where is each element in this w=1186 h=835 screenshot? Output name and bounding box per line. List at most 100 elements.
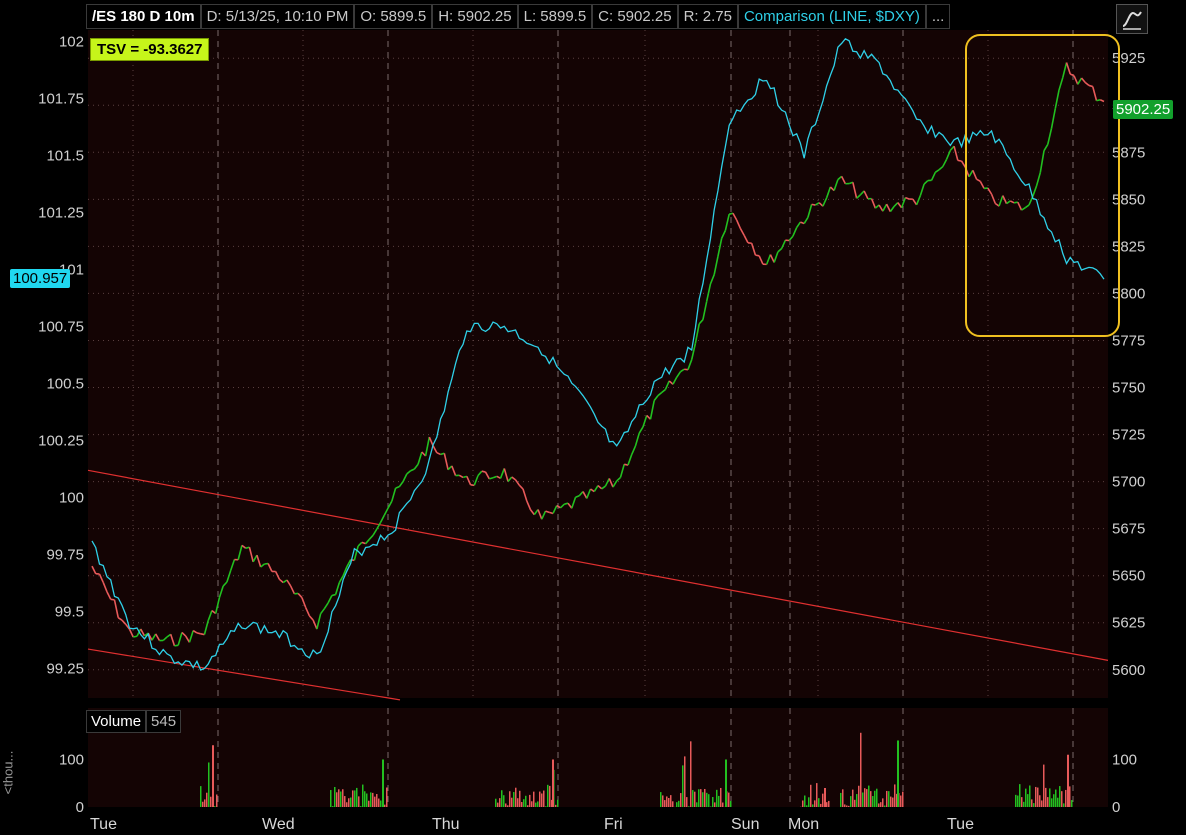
low-label: L: 5899.5 — [517, 4, 593, 29]
volume-bar — [537, 801, 539, 807]
price-tick-label: 5700 — [1112, 474, 1145, 491]
volume-bar — [364, 791, 366, 807]
volume-bar — [368, 800, 370, 807]
comparison-label[interactable]: Comparison (LINE, $DXY) — [737, 4, 926, 29]
volume-bar — [517, 798, 519, 807]
volume-bar — [346, 802, 348, 807]
volume-bar — [692, 790, 694, 807]
volume-bar — [1063, 803, 1065, 807]
volume-bar — [684, 756, 686, 807]
volume-bar — [854, 799, 856, 807]
volume-bar — [1033, 803, 1035, 807]
volume-bar — [338, 789, 340, 807]
volume-bar — [818, 798, 820, 807]
volume-bar — [688, 806, 690, 807]
price-tick-label: 5875 — [1112, 144, 1145, 161]
volume-bar — [378, 798, 380, 807]
volume-bar — [888, 791, 890, 807]
volume-bar — [539, 791, 541, 807]
volume-bar — [842, 789, 844, 807]
price-tick-label: 5600 — [1112, 662, 1145, 679]
volume-bar — [852, 789, 854, 807]
price-tick-label: 5925 — [1112, 50, 1145, 67]
volume-bar — [696, 802, 698, 807]
volume-bar — [680, 793, 682, 807]
volume-bar — [676, 802, 678, 807]
volume-bar — [846, 805, 848, 807]
es-price-segment — [489, 477, 494, 480]
volume-bar — [874, 790, 876, 807]
comparison-tick-label: 100.75 — [38, 318, 84, 335]
volume-bar — [812, 804, 814, 807]
volume-bar — [200, 786, 202, 807]
comparison-tick-label: 100.25 — [38, 432, 84, 449]
es-price-segment — [957, 159, 962, 162]
volume-bar — [1021, 797, 1023, 807]
price-tick-label: 5775 — [1112, 332, 1145, 349]
volume-bar — [816, 783, 818, 807]
es-price-segment — [331, 593, 336, 597]
comparison-price-badge: 100.957 — [10, 269, 71, 288]
volume-bar — [1023, 801, 1025, 807]
volume-bar — [348, 798, 350, 807]
open-label: O: 5899.5 — [354, 4, 433, 29]
volume-bar — [206, 792, 208, 807]
volume-bar — [1055, 789, 1057, 807]
volume-bar — [1041, 800, 1043, 807]
comparison-tick-label: 100 — [59, 489, 84, 506]
volume-bar — [882, 798, 884, 807]
volume-bar — [840, 792, 842, 807]
comparison-axis: 102101.75101.5101.25101100.75100.5100.25… — [38, 33, 84, 677]
volume-bar — [897, 740, 899, 807]
volume-bar — [862, 792, 864, 807]
comparison-tick-label: 99.25 — [46, 660, 84, 677]
volume-bar — [694, 791, 696, 807]
comparison-tick-label: 101.5 — [46, 147, 84, 164]
price-tick-label: 5850 — [1112, 191, 1145, 208]
volume-bar — [1071, 800, 1073, 807]
time-tick-label: Sun — [731, 816, 759, 833]
volume-bar — [1047, 797, 1049, 807]
volume-bar — [714, 802, 716, 807]
volume-bar — [555, 804, 557, 807]
volume-bar — [210, 796, 212, 807]
volume-bar — [552, 759, 554, 807]
volume-bar — [342, 789, 344, 807]
volume-bar — [718, 795, 720, 807]
symbol-label[interactable]: /ES 180 D 10m — [86, 4, 201, 29]
comparison-tick-label: 102 — [59, 33, 84, 50]
time-tick-label: Thu — [432, 816, 460, 833]
price-tick-label: 5725 — [1112, 427, 1145, 444]
volume-bar — [386, 787, 388, 807]
volume-bar — [672, 801, 674, 807]
volume-bar — [1043, 764, 1045, 807]
volume-bar — [204, 799, 206, 807]
volume-bar — [1027, 794, 1029, 807]
volume-bar — [710, 806, 712, 807]
more-button[interactable]: ... — [925, 4, 951, 29]
volume-bar — [860, 732, 862, 807]
volume-bar — [1025, 788, 1027, 807]
volume-tick-label-right: 100 — [1112, 751, 1137, 768]
volume-bar — [380, 800, 382, 807]
price-tick-label: 5825 — [1112, 238, 1145, 255]
volume-value: 545 — [146, 710, 182, 733]
volume-bar — [354, 790, 356, 807]
volume-bar — [666, 796, 668, 807]
volume-bar — [662, 795, 664, 807]
volume-bar — [507, 805, 509, 807]
volume-bar — [384, 804, 386, 807]
volume-bar — [1019, 784, 1021, 807]
volume-bar — [828, 800, 830, 807]
volume-bar — [330, 790, 332, 807]
volume-bar — [1017, 795, 1019, 807]
volume-bar — [900, 795, 902, 807]
volume-bar — [523, 799, 525, 807]
volume-bar — [728, 792, 730, 807]
volume-name[interactable]: Volume — [86, 710, 147, 733]
price-axis: 5925590058755850582558005775575057255700… — [1112, 50, 1145, 679]
volume-bar — [1067, 754, 1069, 807]
style-button[interactable] — [1116, 4, 1148, 34]
volume-bar — [824, 787, 826, 807]
es-price-segment — [811, 203, 816, 206]
